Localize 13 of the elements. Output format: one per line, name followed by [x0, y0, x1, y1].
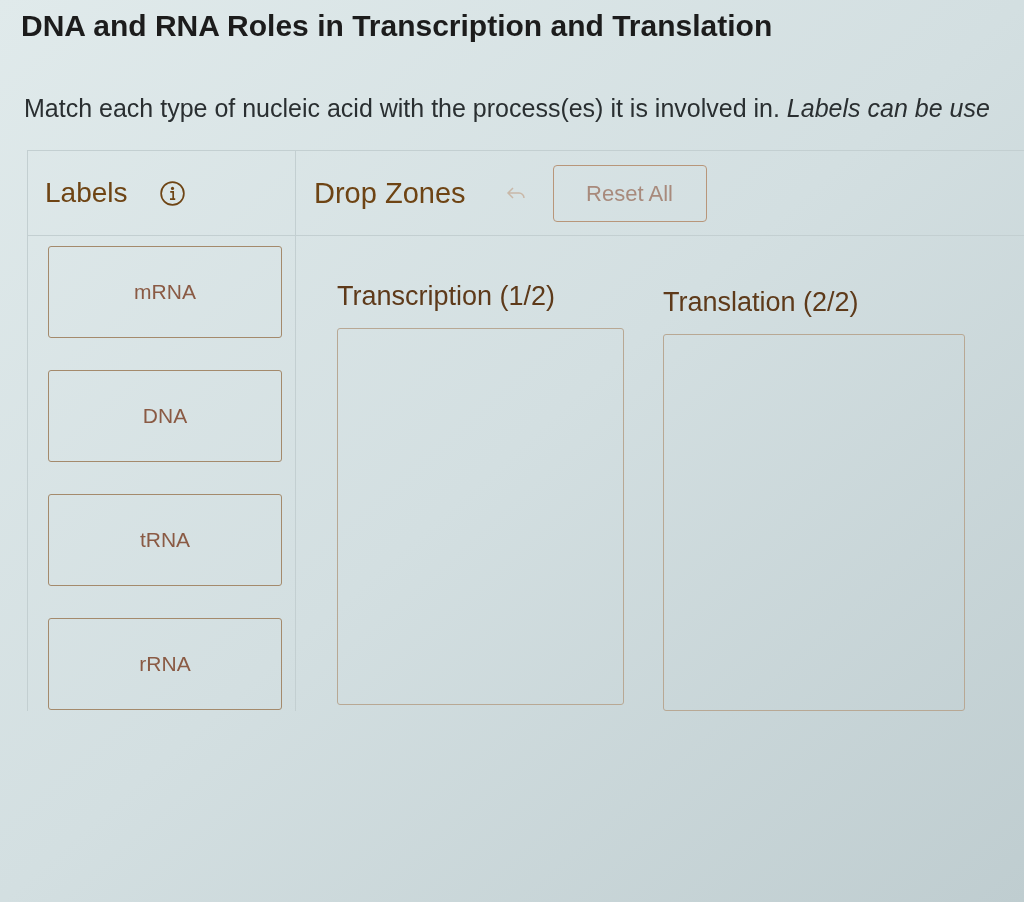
- drop-zone-title: Translation (2/2): [663, 286, 859, 318]
- drop-zone[interactable]: [337, 328, 624, 705]
- drop-zone[interactable]: [663, 334, 965, 711]
- info-icon[interactable]: [159, 180, 185, 206]
- instructions-text: Match each type of nucleic acid with the process(es) it is involved in. Labels can be use: [24, 93, 990, 123]
- label-tile[interactable]: mRNA: [48, 246, 282, 338]
- label-tile[interactable]: rRNA: [48, 618, 282, 710]
- labels-heading: Labels: [45, 177, 128, 209]
- page-title: DNA and RNA Roles in Transcription and Translation: [21, 9, 773, 43]
- label-tile[interactable]: DNA: [48, 370, 282, 462]
- drop-zones-heading: Drop Zones: [314, 176, 466, 210]
- label-tile[interactable]: tRNA: [48, 494, 282, 586]
- drop-zone-title: Transcription (1/2): [337, 280, 556, 312]
